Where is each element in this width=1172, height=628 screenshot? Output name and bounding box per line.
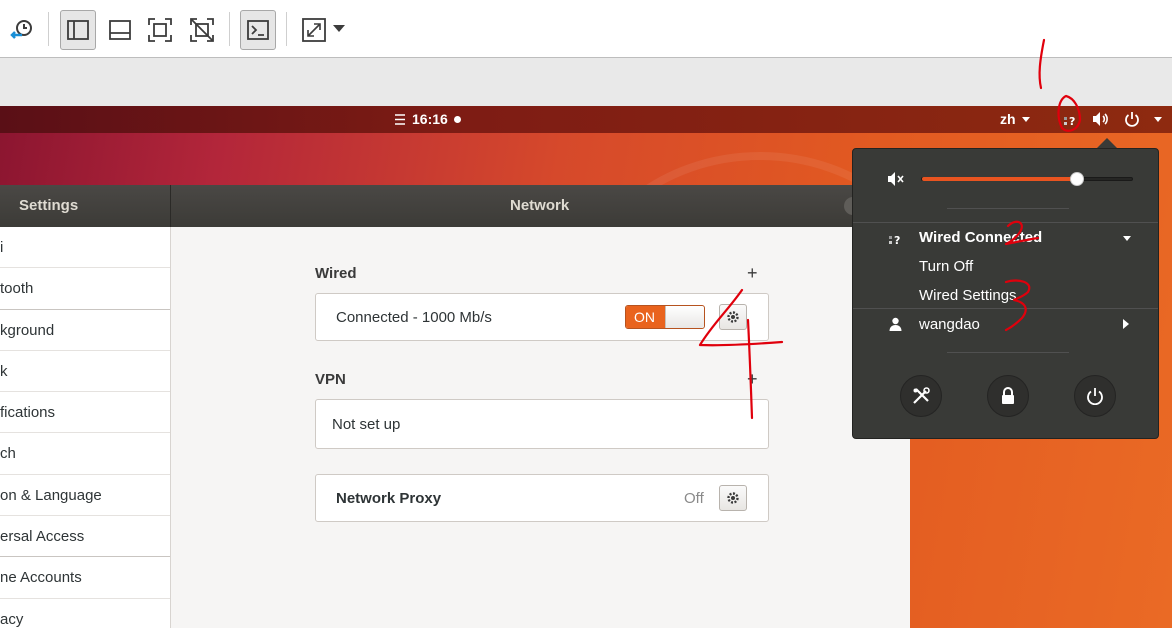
- network-proxy-state: Off: [684, 490, 704, 507]
- network-panel: Wired + Connected - 1000 Mb/s ON VPN + N…: [171, 227, 910, 628]
- snapshot-manager-icon: [10, 20, 32, 39]
- system-tray-button[interactable]: ?: [1062, 110, 1162, 128]
- vpn-heading: VPN: [315, 371, 346, 388]
- vpn-row: Not set up: [315, 399, 769, 449]
- thumbnail-view-button[interactable]: [102, 10, 138, 50]
- system-menu: ? Wired Connected Turn Off Wired Setting…: [852, 148, 1159, 439]
- sidebar-item-label: i: [0, 239, 4, 256]
- user-item[interactable]: wangdao: [919, 316, 980, 333]
- sidebar-item-online-accounts[interactable]: ne Accounts: [0, 557, 170, 599]
- chevron-right-icon: [1123, 319, 1129, 329]
- wired-toggle[interactable]: ON: [625, 305, 705, 329]
- sidebar-item-dock[interactable]: k: [0, 351, 170, 393]
- power-icon: [1125, 112, 1139, 127]
- settings-action-button[interactable]: [900, 375, 942, 417]
- input-language-button[interactable]: zh: [1000, 111, 1030, 127]
- terminal-button[interactable]: [240, 10, 276, 50]
- menu-lines-icon: [395, 113, 405, 125]
- wired-status: Connected - 1000 Mb/s: [336, 309, 492, 326]
- add-wired-button[interactable]: +: [747, 263, 758, 284]
- wired-heading: Wired: [315, 265, 357, 282]
- clock-time: 16:16: [412, 111, 448, 127]
- sidebar-item-universal-access[interactable]: ersal Access: [0, 516, 170, 558]
- toggle-on-label: ON: [626, 306, 666, 328]
- settings-sidebar: i tooth kground k fications ch on & Lang…: [0, 227, 171, 628]
- sidebar-item-label: on & Language: [0, 486, 102, 504]
- sidebar-item-wifi[interactable]: i: [0, 227, 170, 269]
- gear-icon: [727, 311, 739, 323]
- gear-icon: [727, 492, 739, 504]
- turn-off-item[interactable]: Turn Off: [919, 258, 973, 275]
- wired-connected-item[interactable]: Wired Connected: [919, 229, 1042, 246]
- stretch-guest-icon: [302, 18, 326, 42]
- sidebar-item-notifications[interactable]: fications: [0, 392, 170, 434]
- user-icon: [889, 317, 902, 331]
- dropdown-caret-icon[interactable]: [333, 25, 345, 32]
- stretch-guest-button[interactable]: [296, 10, 332, 50]
- network-proxy-row[interactable]: Network Proxy Off: [315, 474, 769, 522]
- proxy-settings-button[interactable]: [719, 485, 747, 511]
- power-off-button[interactable]: [1074, 375, 1116, 417]
- thumbnail-view-icon: [109, 20, 131, 40]
- sidebar-item-search[interactable]: ch: [0, 433, 170, 475]
- lock-icon: [1002, 387, 1014, 404]
- console-view-button[interactable]: [60, 10, 96, 50]
- sidebar-item-label: tooth: [0, 280, 34, 298]
- sidebar-item-background[interactable]: kground: [0, 310, 170, 351]
- unity-icon: [190, 18, 214, 42]
- svg-text:?: ?: [894, 234, 900, 247]
- vpn-status: Not set up: [332, 416, 401, 433]
- sidebar-item-label: k: [0, 362, 8, 380]
- toggle-knob: [665, 306, 704, 328]
- fullscreen-button[interactable]: [142, 10, 178, 50]
- sidebar-item-label: ch: [0, 445, 16, 463]
- network-proxy-label: Network Proxy: [336, 490, 442, 507]
- chevron-down-icon[interactable]: [1123, 236, 1131, 241]
- wired-connection-row: Connected - 1000 Mb/s ON: [315, 293, 769, 341]
- volume-icon: [1093, 112, 1108, 126]
- wired-network-icon: ?: [1064, 115, 1075, 128]
- vm-toolbar: [0, 0, 1172, 58]
- svg-text:?: ?: [1069, 115, 1075, 128]
- snapshot-manager-button[interactable]: [4, 10, 40, 50]
- header-bar: Settings Network: [0, 185, 910, 227]
- clock-button[interactable]: 16:16: [394, 111, 461, 127]
- sidebar-item-region-language[interactable]: on & Language: [0, 475, 170, 517]
- vm-host-spacer: [0, 58, 1172, 106]
- add-vpn-button[interactable]: +: [747, 369, 758, 390]
- screenshot-root: 16:16 zh ? Settings Network i tooth kgro…: [0, 0, 1172, 628]
- lock-button[interactable]: [987, 375, 1029, 417]
- chevron-down-icon: [1021, 116, 1030, 122]
- input-language-label: zh: [1000, 111, 1016, 127]
- volume-slider-fill: [922, 177, 1078, 181]
- wired-settings-button[interactable]: [719, 304, 747, 330]
- wired-network-icon: ?: [889, 234, 900, 247]
- sidebar-item-privacy[interactable]: acy: [0, 599, 170, 628]
- top-bar: 16:16 zh ?: [0, 106, 1172, 133]
- sidebar-item-label: acy: [0, 610, 24, 628]
- chevron-down-icon: [1154, 116, 1162, 122]
- settings-window: Settings Network i tooth kground k ficat…: [0, 185, 910, 628]
- tools-icon: [913, 387, 930, 404]
- sidebar-item-label: ersal Access: [0, 528, 85, 546]
- volume-muted-icon: [888, 172, 904, 186]
- sidebar-item-bluetooth[interactable]: tooth: [0, 268, 170, 310]
- sidebar-item-label: fications: [0, 404, 56, 422]
- sidebar-item-label: kground: [0, 321, 55, 339]
- settings-title: Settings: [19, 197, 79, 214]
- console-view-icon: [67, 20, 89, 40]
- page-title: Network: [510, 197, 570, 214]
- terminal-icon: [247, 20, 269, 40]
- sidebar-item-label: ne Accounts: [0, 569, 82, 587]
- volume-slider-handle[interactable]: [1070, 172, 1085, 186]
- fullscreen-icon: [148, 18, 172, 42]
- wired-settings-item[interactable]: Wired Settings: [919, 287, 1017, 304]
- volume-slider[interactable]: [921, 172, 1133, 186]
- power-icon: [1087, 388, 1103, 405]
- notification-dot-icon: [453, 115, 461, 123]
- unity-button[interactable]: [184, 10, 220, 50]
